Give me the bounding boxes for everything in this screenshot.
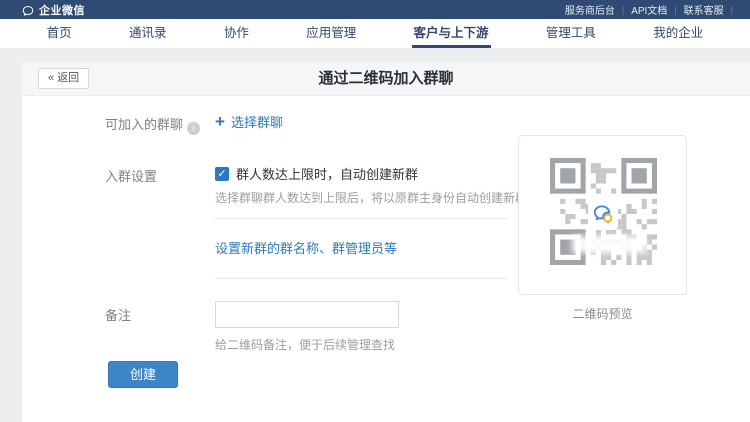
nav-item-3[interactable]: 应用管理: [304, 19, 358, 48]
nav-item-5[interactable]: 管理工具: [544, 19, 598, 48]
topbar-link[interactable]: 联系客服: [684, 2, 724, 17]
back-chevron-icon: «: [48, 72, 54, 84]
brand-name: 企业微信: [39, 2, 85, 18]
qr-preview-caption: 二维码预览: [518, 305, 687, 322]
select-group-label: 选择群聊: [231, 112, 283, 131]
topbar-link[interactable]: 服务商后台: [565, 2, 615, 17]
plus-icon: +: [215, 114, 225, 130]
qr-preview-card: [518, 135, 687, 295]
nav-item-2[interactable]: 协作: [222, 19, 251, 48]
nav-item-label: 我的企业: [651, 20, 705, 48]
auto-create-checkbox-label[interactable]: 群人数达上限时，自动创建新群: [236, 164, 418, 183]
back-label: 返回: [57, 72, 79, 84]
page-title: 通过二维码加入群聊: [22, 62, 750, 96]
select-group-link[interactable]: + 选择群聊: [215, 112, 283, 131]
wecom-logo-icon: [22, 4, 34, 16]
topbar-links: 服务商后台 | API文档 | 联系客服 |: [565, 2, 740, 17]
remark-input[interactable]: [215, 301, 399, 328]
topbar-link[interactable]: API文档: [631, 2, 667, 17]
create-button[interactable]: 创建: [108, 361, 178, 388]
divider: [215, 218, 507, 219]
info-icon[interactable]: i: [187, 122, 200, 135]
nav-item-1[interactable]: 通讯录: [127, 19, 169, 48]
main-nav: 首页 通讯录 协作 应用管理 客户与上下游 管理工具 我的企业: [0, 19, 750, 49]
panel-header: 通过二维码加入群聊 « 返回: [22, 62, 750, 96]
join-settings-helper: 选择群聊群人数达到上限后，将以原群主身份自动创建新群: [215, 189, 527, 206]
wecom-qr-logo-icon: [588, 200, 618, 230]
nav-item-label: 首页: [45, 20, 74, 48]
separator: |: [674, 5, 676, 15]
separator: |: [622, 5, 624, 15]
nav-item-label: 协作: [222, 20, 251, 48]
nav-item-label: 通讯录: [127, 20, 169, 48]
nav-item-label: 客户与上下游: [412, 20, 491, 48]
nav-item-6[interactable]: 我的企业: [651, 19, 705, 48]
auto-create-checkbox-row: ✓ 群人数达上限时，自动创建新群: [215, 164, 418, 183]
nav-item-4[interactable]: 客户与上下游: [412, 19, 491, 48]
new-group-settings-link[interactable]: 设置新群的群名称、群管理员等: [215, 238, 397, 257]
nav-item-label: 管理工具: [544, 20, 598, 48]
auto-create-checkbox[interactable]: ✓: [215, 167, 229, 181]
topbar: 企业微信 服务商后台 | API文档 | 联系客服 |: [0, 0, 750, 19]
remark-label: 备注: [105, 305, 131, 324]
nav-item-0[interactable]: 首页: [45, 19, 74, 48]
joinable-groups-label: 可加入的群聊i: [105, 114, 200, 135]
join-settings-label: 入群设置: [105, 166, 157, 185]
nav-item-label: 应用管理: [304, 20, 358, 48]
qr-blur-overlay: [572, 236, 646, 253]
remark-helper: 给二维码备注，便于后续管理查找: [215, 336, 395, 353]
content-panel: 通过二维码加入群聊 « 返回 可加入的群聊i + 选择群聊 入群设置 ✓ 群人数…: [22, 62, 750, 422]
back-button[interactable]: « 返回: [38, 68, 89, 89]
brand: 企业微信: [22, 2, 85, 18]
separator: |: [731, 5, 733, 15]
divider: [215, 278, 507, 279]
